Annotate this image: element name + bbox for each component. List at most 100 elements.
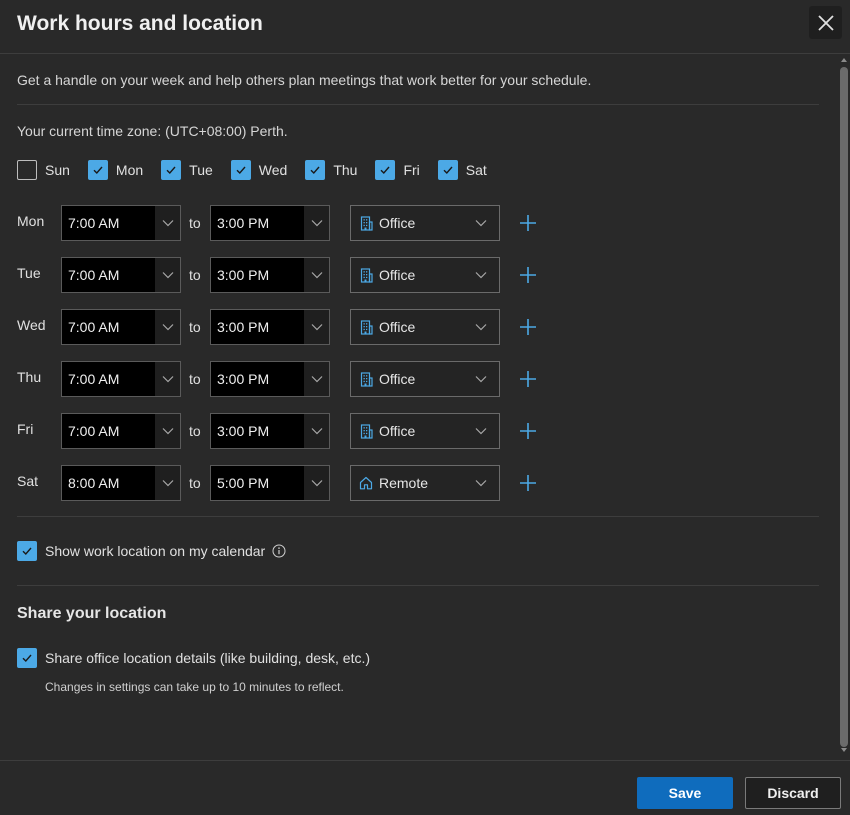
chevron-down-icon [311, 376, 322, 383]
chevron-down-icon [475, 376, 487, 383]
add-time-slot-button[interactable] [517, 316, 539, 338]
weekday-selector: Sun Mon Tue Wed Thu Fri Sat [17, 160, 505, 180]
chevron-down-icon [475, 272, 487, 279]
plus-icon [520, 475, 536, 491]
end-time-select[interactable]: 5:00 PM [210, 465, 330, 501]
divider [17, 516, 819, 517]
chevron-down-icon [311, 220, 322, 227]
start-time-select[interactable]: 7:00 AM [61, 413, 181, 449]
end-time-value: 3:00 PM [211, 362, 304, 396]
save-button[interactable]: Save [637, 777, 733, 809]
day-checkbox-wed[interactable]: Wed [230, 160, 287, 180]
scroll-up-arrow-icon[interactable] [841, 58, 847, 62]
add-time-slot-button[interactable] [517, 264, 539, 286]
checkmark-icon [93, 166, 103, 175]
start-time-value: 7:00 AM [62, 206, 155, 240]
end-time-select[interactable]: 3:00 PM [210, 361, 330, 397]
start-time-select[interactable]: 7:00 AM [61, 361, 181, 397]
start-time-value: 7:00 AM [62, 362, 155, 396]
end-time-select[interactable]: 3:00 PM [210, 413, 330, 449]
plus-icon [520, 319, 536, 335]
add-time-slot-button[interactable] [517, 472, 539, 494]
checkbox[interactable] [87, 160, 108, 180]
intro-text: Get a handle on your week and help other… [17, 72, 592, 88]
end-time-select[interactable]: 3:00 PM [210, 309, 330, 345]
day-checkbox-tue[interactable]: Tue [161, 160, 213, 180]
checkbox[interactable] [17, 648, 37, 668]
start-time-select[interactable]: 8:00 AM [61, 465, 181, 501]
start-time-select[interactable]: 7:00 AM [61, 205, 181, 241]
checkbox[interactable] [17, 541, 37, 561]
timezone-text: Your current time zone: (UTC+08:00) Pert… [17, 123, 288, 139]
building-icon [358, 423, 374, 439]
settings-note: Changes in settings can take up to 10 mi… [45, 680, 344, 694]
chevron-down-icon [162, 480, 173, 487]
divider [17, 585, 819, 586]
start-time-value: 8:00 AM [62, 466, 155, 500]
day-label: Fri [403, 162, 420, 178]
checkbox[interactable] [375, 160, 396, 180]
chevron-down-icon [311, 272, 322, 279]
share-location-checkbox[interactable]: Share office location details (like buil… [17, 648, 370, 668]
start-time-select[interactable]: 7:00 AM [61, 309, 181, 345]
chevron-down-icon [311, 480, 322, 487]
add-time-slot-button[interactable] [517, 368, 539, 390]
add-time-slot-button[interactable] [517, 420, 539, 442]
close-icon [817, 14, 834, 31]
to-label: to [189, 371, 201, 387]
add-time-slot-button[interactable] [517, 212, 539, 234]
row-day-label: Thu [17, 369, 42, 385]
scrollbar[interactable] [838, 55, 850, 760]
building-icon [358, 319, 374, 335]
show-location-label: Show work location on my calendar [45, 543, 266, 559]
day-label: Sun [45, 162, 70, 178]
checkbox[interactable] [230, 160, 251, 180]
to-label: to [189, 319, 201, 335]
chevron-down-icon [475, 480, 487, 487]
checkmark-icon [22, 654, 32, 663]
chevron-down-icon [162, 324, 173, 331]
show-location-checkbox[interactable]: Show work location on my calendar [17, 541, 286, 561]
day-checkbox-thu[interactable]: Thu [305, 160, 357, 180]
location-select[interactable]: Office [350, 205, 500, 241]
start-time-select[interactable]: 7:00 AM [61, 257, 181, 293]
chevron-down-icon [311, 324, 322, 331]
row-day-label: Fri [17, 421, 34, 437]
location-select[interactable]: Remote [350, 465, 500, 501]
day-checkbox-sat[interactable]: Sat [437, 160, 487, 180]
day-checkbox-sun[interactable]: Sun [17, 160, 70, 180]
location-select[interactable]: Office [350, 361, 500, 397]
checkbox[interactable] [305, 160, 326, 180]
scrollbar-thumb[interactable] [840, 67, 848, 747]
chevron-down-icon [162, 220, 173, 227]
location-select[interactable]: Office [350, 309, 500, 345]
dialog-body: Get a handle on your week and help other… [0, 55, 850, 760]
close-button[interactable] [809, 6, 842, 39]
dialog-header: Work hours and location [0, 0, 850, 54]
end-time-value: 5:00 PM [211, 466, 304, 500]
day-label: Mon [115, 162, 144, 178]
location-select[interactable]: Office [350, 257, 500, 293]
day-checkbox-fri[interactable]: Fri [375, 160, 420, 180]
end-time-select[interactable]: 3:00 PM [210, 205, 330, 241]
day-label: Sat [465, 162, 487, 178]
plus-icon [520, 267, 536, 283]
scroll-down-arrow-icon[interactable] [841, 748, 847, 752]
checkbox[interactable] [161, 160, 182, 180]
info-icon[interactable] [272, 544, 286, 558]
plus-icon [520, 423, 536, 439]
location-value: Office [379, 215, 416, 231]
dialog-footer: Save Discard [0, 760, 850, 815]
share-section-title: Share your location [17, 605, 167, 622]
end-time-value: 3:00 PM [211, 258, 304, 292]
end-time-select[interactable]: 3:00 PM [210, 257, 330, 293]
day-checkbox-mon[interactable]: Mon [87, 160, 144, 180]
day-label: Tue [189, 162, 213, 178]
start-time-value: 7:00 AM [62, 310, 155, 344]
checkbox[interactable] [437, 160, 458, 180]
checkbox[interactable] [17, 160, 37, 180]
location-select[interactable]: Office [350, 413, 500, 449]
location-value: Office [379, 267, 416, 283]
day-label: Thu [333, 162, 358, 178]
discard-button[interactable]: Discard [745, 777, 841, 809]
